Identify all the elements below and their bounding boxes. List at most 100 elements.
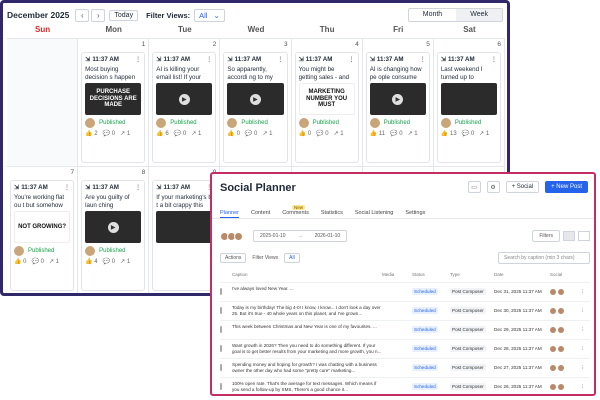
- post-card[interactable]: ⇲ 11:37 AM ⋮ You might be getting sales - a…: [294, 52, 359, 163]
- more-icon[interactable]: ⋮: [580, 308, 590, 314]
- play-icon[interactable]: ▶: [249, 93, 261, 105]
- post-time-row: ⇲11:37 AM ⋮: [299, 56, 355, 63]
- more-icon[interactable]: ⋮: [580, 365, 590, 371]
- more-icon[interactable]: ⋮: [277, 56, 283, 63]
- tab-comments[interactable]: Comments: [282, 210, 309, 218]
- filter-views-select[interactable]: All ⌄: [194, 8, 225, 22]
- comments-count: 0: [40, 259, 44, 265]
- row-checkbox[interactable]: [220, 307, 222, 314]
- post-caption: I've always loved New Year. ...: [232, 286, 294, 291]
- search-input[interactable]: Search by caption (min 3 chars): [498, 252, 590, 264]
- post-card[interactable]: ⇲ 11:37 AM ⋮ AI is changing how pe ople con…: [365, 52, 430, 163]
- calendar-day-cell[interactable]: 8 ⇲ 11:37 AM ⋮ Are you guilty of laun ching …: [78, 167, 150, 293]
- more-icon[interactable]: ⋮: [420, 56, 426, 63]
- calendar-icon: ⇲: [85, 56, 91, 63]
- list-view-icon[interactable]: [563, 231, 575, 241]
- table-row[interactable]: Want growth in 2026? Then you need to do…: [220, 339, 590, 357]
- chat-icon[interactable]: ▭: [467, 181, 481, 193]
- comments-count: 0: [111, 259, 116, 265]
- engagement-stats: 👍 0 💬 0 ↗ 1: [14, 258, 70, 265]
- more-icon[interactable]: ⋮: [135, 56, 141, 63]
- table-row[interactable]: Spending money and hoping for growth? I …: [220, 358, 590, 376]
- thumbs-up-icon: 👍: [14, 259, 24, 265]
- post-date: Dec 27, 2025 11:37 AM: [494, 365, 542, 370]
- table-row[interactable]: 100% open rate. That's the average for t…: [220, 377, 590, 394]
- gear-icon[interactable]: ⚙: [486, 181, 500, 193]
- filters-button[interactable]: Filters: [532, 230, 560, 242]
- week-view-button[interactable]: Week: [456, 9, 502, 21]
- engagement-stats: 👍 4 💬 0 ↗ 1: [85, 258, 141, 265]
- post-card[interactable]: ⇲11:37 AM ⋮ Are you guilty of laun ching c…: [81, 180, 146, 291]
- account-avatars[interactable]: [220, 231, 243, 241]
- more-icon[interactable]: ⋮: [580, 384, 590, 390]
- table-row[interactable]: This week between Christmas and New Year…: [220, 320, 590, 338]
- comment-icon: 💬: [31, 259, 41, 265]
- day-number: 2: [212, 41, 217, 48]
- shares-count: 1: [414, 131, 418, 137]
- play-icon[interactable]: ▶: [107, 221, 119, 233]
- status-badge: Scheduled: [412, 364, 438, 371]
- more-icon[interactable]: ⋮: [580, 346, 590, 352]
- post-card[interactable]: ⇲ 11:37 AM ⋮ You're working flat ou t but s…: [10, 180, 75, 291]
- next-icon[interactable]: ›: [91, 8, 106, 22]
- calendar-view-icon[interactable]: [578, 231, 590, 241]
- calendar-day-cell[interactable]: 1 ⇲ 11:37 AM ⋮ Most buying decision s happen…: [78, 39, 150, 167]
- more-icon[interactable]: ⋮: [580, 327, 590, 333]
- post-caption: Today is my birthday! The big 4-0! I kno…: [232, 305, 381, 316]
- play-icon[interactable]: ▶: [392, 93, 404, 105]
- post-card[interactable]: ⇲11:37 AM ⋮ Last weekend I turned up to La…: [436, 52, 501, 163]
- row-checkbox[interactable]: [220, 345, 222, 352]
- row-checkbox[interactable]: [220, 288, 222, 295]
- tab-social-listening[interactable]: Social Listening: [355, 210, 394, 218]
- add-social-button[interactable]: + Social: [505, 181, 540, 193]
- more-icon[interactable]: ⋮: [491, 56, 497, 63]
- row-checkbox[interactable]: [220, 364, 222, 371]
- calendar-day-cell[interactable]: 6 ⇲11:37 AM ⋮ Last weekend I turned up to L…: [433, 39, 505, 167]
- tab-content[interactable]: Content: [251, 210, 270, 218]
- date-range-picker[interactable]: 2025-01-10 → 2026-01-10: [253, 230, 348, 242]
- post-thumbnail: ▶: [227, 83, 284, 115]
- prev-icon[interactable]: ‹: [75, 8, 90, 22]
- calendar-day-cell[interactable]: 2 ⇲ 11:37 AM ⋮ AI is killing your email list…: [149, 39, 221, 167]
- row-checkbox-cell: [220, 326, 232, 333]
- post-card[interactable]: ⇲ 11:37 AM ⋮ Most buying decision s happen …: [81, 52, 146, 163]
- more-icon[interactable]: ⋮: [64, 184, 70, 191]
- tab-settings[interactable]: Settings: [405, 210, 425, 218]
- table-row[interactable]: I've always loved New Year. ... Scheduled…: [220, 282, 590, 300]
- avatar: [14, 246, 24, 256]
- row-checkbox[interactable]: [220, 383, 222, 390]
- shares-count: 1: [269, 131, 273, 137]
- calendar-day-cell[interactable]: [7, 39, 79, 167]
- tab-planner[interactable]: Planner: [220, 210, 239, 218]
- row-checkbox[interactable]: [220, 326, 222, 333]
- calendar-day-cell[interactable]: 5 ⇲ 11:37 AM ⋮ AI is changing how pe ople co…: [362, 39, 434, 167]
- calendar-day-cell[interactable]: 4 ⇲ 11:37 AM ⋮ You might be getting sales - …: [291, 39, 363, 167]
- avatar: [85, 118, 96, 128]
- filter-views-label: Filter Views:: [146, 10, 191, 20]
- new-post-button[interactable]: + New Post: [545, 181, 588, 193]
- post-caption: Are you guilty of laun ching campaigns a…: [85, 194, 130, 209]
- actions-select[interactable]: Actions: [220, 253, 247, 263]
- today-button[interactable]: Today: [109, 9, 139, 21]
- calendar-day-cell[interactable]: 3 ⇲ 11:37 AM ⋮ So apparently, accordi ng to …: [220, 39, 292, 167]
- avatar: [550, 383, 556, 390]
- more-icon[interactable]: ⋮: [206, 56, 212, 63]
- more-icon[interactable]: ⋮: [135, 184, 141, 191]
- row-checkbox-cell: [220, 383, 232, 390]
- play-icon[interactable]: ▶: [178, 93, 190, 105]
- calendar-icon: ⇲: [14, 184, 20, 191]
- more-icon[interactable]: ⋮: [349, 56, 355, 63]
- tab-statistics[interactable]: Statistics: [321, 210, 343, 218]
- status-cell: Scheduled: [412, 326, 450, 333]
- table-row[interactable]: Today is my birthday! The big 4-0! I kno…: [220, 301, 590, 319]
- post-card[interactable]: ⇲ 11:37 AM ⋮ AI is killing your email list!…: [152, 52, 217, 163]
- comment-icon: 💬: [316, 131, 326, 137]
- status-row: Published: [298, 118, 355, 128]
- post-card[interactable]: ⇲11:37 AM⋮ If your marketing's b t a bit …: [152, 180, 217, 291]
- more-icon[interactable]: ⋮: [580, 289, 590, 295]
- post-card[interactable]: ⇲ 11:37 AM ⋮ So apparently, accordi ng to m…: [223, 52, 288, 163]
- month-view-button[interactable]: Month: [409, 9, 456, 21]
- filter-views-select[interactable]: All: [284, 253, 300, 263]
- calendar-day-cell[interactable]: 7 ⇲ 11:37 AM ⋮ You're working flat ou t but …: [7, 167, 79, 293]
- post-date: Dec 29, 2025 11:37 AM: [494, 327, 542, 332]
